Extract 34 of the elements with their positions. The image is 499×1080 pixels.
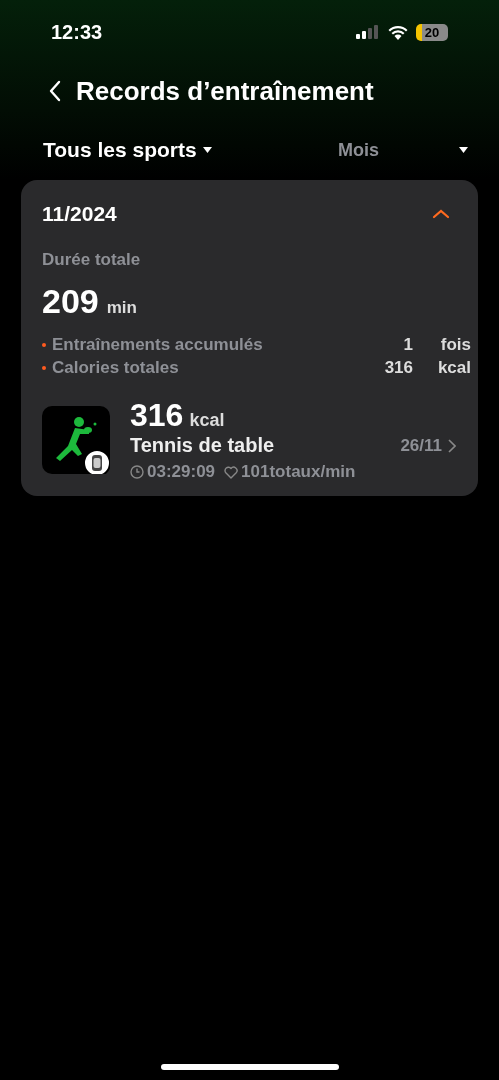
caret-icon [202,147,212,153]
chevron-right-icon [448,438,456,453]
caret-icon [459,147,468,153]
filter-dropdown[interactable]: Tous les sports [43,134,212,166]
heart-icon [224,465,239,479]
filter-dropdown[interactable]: Mois [338,134,468,166]
clock-icon [130,465,144,479]
back-icon[interactable] [48,80,62,102]
sport-name: Tennis de table [130,434,276,457]
workout-duration: 03:29:09 [147,462,216,482]
stat-unit: fois [439,334,471,355]
stat-value: 316 [384,357,413,378]
page-title: Records d’entraînement [76,75,374,107]
duration-value: 209 [42,282,99,321]
workout-date: 26/11 [400,435,442,456]
bullet-icon [42,342,46,347]
stat-label: Calories totales [52,357,180,378]
duration-unit: min [106,298,137,318]
heart-rate: 101totaux/min [241,462,356,482]
month-label: 11/2024 [42,202,117,226]
stat-value: 1 [403,334,413,355]
calories-unit: kcal [189,410,225,431]
duration-label: Durée totale [42,250,142,270]
chevron-icon[interactable] [432,209,450,219]
bullet-icon [42,365,46,370]
battery-indicator: 20 [416,23,448,41]
status-time: 12:33 [51,20,103,44]
stat-label: Entraînements accumulés [52,334,264,355]
signal-icon [356,25,380,39]
workout-item[interactable]: 316 kcal Tennis de table 26/11 03:29:09 101totaux/min [42,397,478,482]
sport-icon [42,405,110,474]
stat-unit: kcal [436,357,471,378]
calories-value: 316 [130,397,184,434]
wifi-icon [388,24,408,40]
